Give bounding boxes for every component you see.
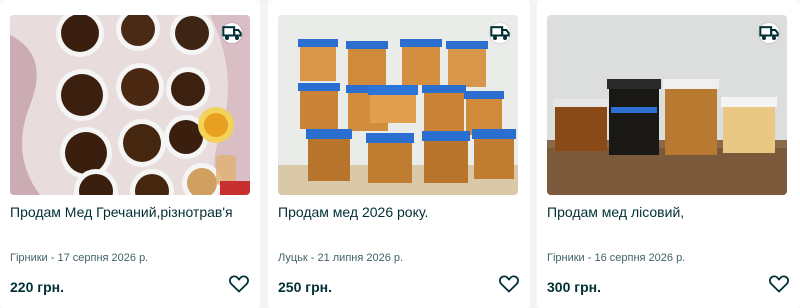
listing-price: 220 грн.: [10, 279, 64, 295]
listing-location-date: Гірники - 17 серпня 2026 р.: [10, 252, 149, 264]
listing-title[interactable]: Продам Мед Гречаний,різнотрав'я: [10, 202, 254, 222]
delivery-truck-icon: [222, 23, 242, 43]
listing-title[interactable]: Продам мед лісовий,: [547, 202, 791, 222]
listing-location-date: Луцьк - 21 липня 2026 р.: [278, 252, 404, 264]
listing-title[interactable]: Продам мед 2026 року.: [278, 202, 522, 222]
listing-card[interactable]: Продам мед 2026 року. Луцьк - 21 липня 2…: [268, 0, 530, 308]
listing-photo[interactable]: [547, 15, 787, 195]
heart-outline-icon[interactable]: [228, 274, 250, 294]
listing-location-date: Гірники - 16 серпня 2026 р.: [547, 252, 686, 264]
listing-price: 250 грн.: [278, 279, 332, 295]
heart-outline-icon[interactable]: [768, 274, 790, 294]
listing-price: 300 грн.: [547, 279, 601, 295]
delivery-truck-icon: [490, 23, 510, 43]
listing-photo[interactable]: [278, 15, 518, 195]
listing-grid: Продам Мед Гречаний,різнотрав'я Гірники …: [0, 0, 800, 308]
heart-outline-icon[interactable]: [498, 274, 520, 294]
listing-card[interactable]: Продам Мед Гречаний,різнотрав'я Гірники …: [0, 0, 260, 308]
listing-card[interactable]: Продам мед лісовий, Гірники - 16 серпня …: [537, 0, 800, 308]
listing-photo[interactable]: [10, 15, 250, 195]
delivery-truck-icon: [759, 23, 779, 43]
